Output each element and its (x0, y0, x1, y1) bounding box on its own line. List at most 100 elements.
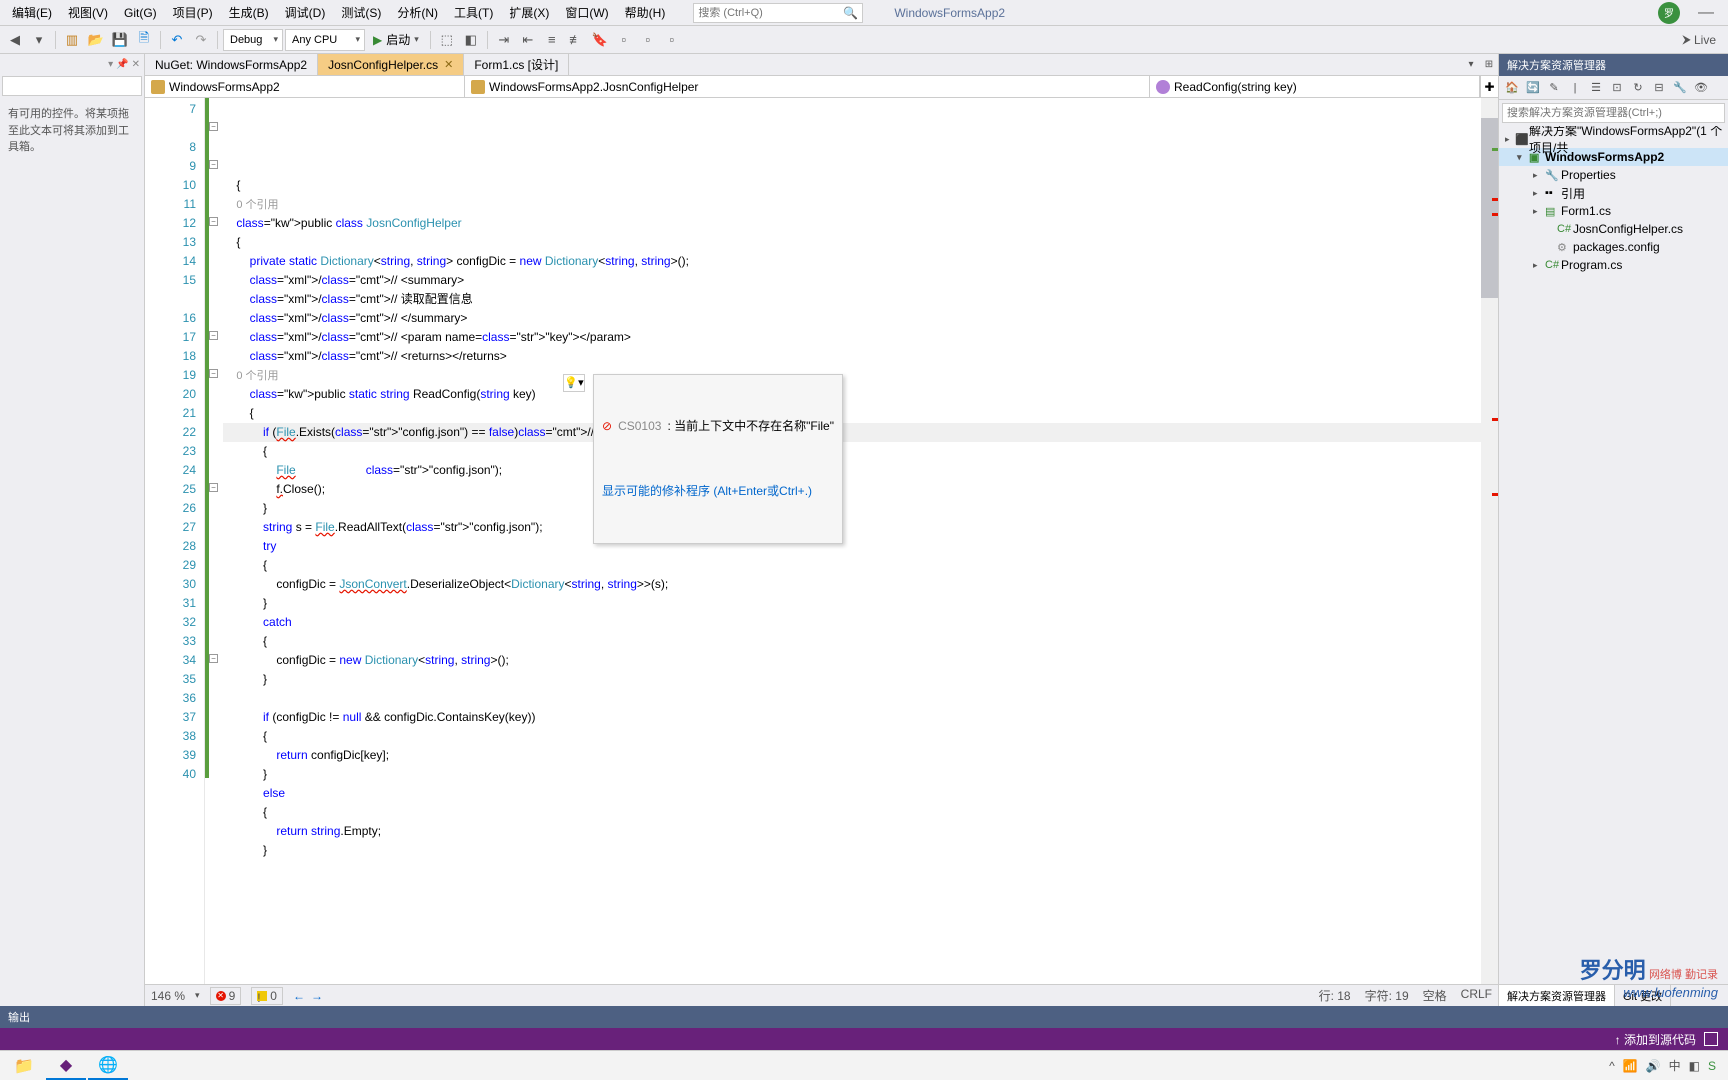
global-search-input[interactable] (698, 7, 843, 19)
home-icon[interactable]: 🏠 (1503, 79, 1521, 97)
outdent-icon[interactable]: ⇤ (517, 29, 539, 51)
tb-icon-1[interactable]: ⬚ (436, 29, 458, 51)
platform-dropdown[interactable]: Any CPU (285, 29, 365, 51)
ime-icon[interactable]: 中 (1669, 1057, 1681, 1074)
tray-icon[interactable]: ◧ (1689, 1059, 1700, 1073)
line-ending[interactable]: CRLF (1461, 987, 1492, 1004)
pen-icon[interactable]: ✎ (1545, 79, 1563, 97)
menu-build[interactable]: 生成(B) (221, 1, 277, 24)
user-avatar[interactable]: 罗 (1658, 2, 1680, 24)
tree-properties[interactable]: ▸🔧Properties (1499, 166, 1728, 184)
config-dropdown[interactable]: Debug (223, 29, 283, 51)
new-project-icon[interactable]: ▥ (61, 29, 83, 51)
solution-search[interactable] (1502, 103, 1725, 123)
menu-debug[interactable]: 调试(D) (277, 1, 334, 24)
toolbox-search[interactable] (2, 76, 142, 96)
menu-edit[interactable]: 编辑(E) (4, 1, 60, 24)
tree-josnconfig[interactable]: C#JosnConfigHelper.cs (1499, 220, 1728, 238)
minimize-button[interactable]: — (1688, 4, 1724, 22)
uncomment-icon[interactable]: ≢ (565, 29, 587, 51)
save-all-icon[interactable]: 🗎 (133, 29, 155, 51)
tab-form1[interactable]: Form1.cs [设计] (464, 54, 569, 75)
menu-tools[interactable]: 工具(T) (446, 1, 501, 24)
show-all-icon[interactable]: ⊡ (1608, 79, 1626, 97)
taskbar-explorer[interactable]: 📁 (4, 1052, 44, 1080)
open-icon[interactable]: 📂 (85, 29, 107, 51)
code-editor[interactable]: 7891011121314151617181920212223242526272… (145, 98, 1498, 984)
output-panel-title[interactable]: 输出 (0, 1006, 1728, 1028)
add-to-source[interactable]: ↑ 添加到源代码 (1615, 1031, 1696, 1048)
fold-toggle[interactable]: − (209, 331, 218, 340)
fold-toggle[interactable]: − (209, 483, 218, 492)
fold-toggle[interactable]: − (209, 369, 218, 378)
refresh-icon[interactable]: ↻ (1629, 79, 1647, 97)
menu-window[interactable]: 窗口(W) (557, 1, 616, 24)
menu-test[interactable]: 测试(S) (333, 1, 389, 24)
show-fixes-link[interactable]: 显示可能的修补程序 (Alt+Enter或Ctrl+.) (594, 478, 842, 505)
tray-icon[interactable]: 📶 (1623, 1059, 1638, 1073)
zoom-level[interactable]: 146 % (151, 989, 185, 1003)
fold-toggle[interactable]: − (209, 160, 218, 169)
nav-project[interactable]: WindowsFormsApp2 (145, 76, 465, 97)
live-share-button[interactable]: ⮞ Live (1674, 32, 1724, 47)
scroll-thumb[interactable] (1481, 118, 1498, 298)
toolbox-pin-icon[interactable]: 📌 (116, 59, 128, 70)
warning-count[interactable]: !0 (251, 987, 283, 1005)
tab-window-icon[interactable]: ⊞ (1480, 54, 1498, 75)
toolbox-close-icon[interactable]: ✕ (132, 59, 140, 70)
tray-icon[interactable]: S (1708, 1059, 1716, 1073)
taskbar-vs[interactable]: ◆ (46, 1052, 86, 1080)
taskbar-edge[interactable]: 🌐 (88, 1052, 128, 1080)
nav-back-icon[interactable]: ← (293, 989, 305, 1003)
tray-icon[interactable]: 🔊 (1646, 1059, 1661, 1073)
menu-git[interactable]: Git(G) (116, 3, 165, 23)
tree-references[interactable]: ▸▪▪引用 (1499, 184, 1728, 202)
tree-packages[interactable]: ⚙packages.config (1499, 238, 1728, 256)
indent-icon[interactable]: ⇥ (493, 29, 515, 51)
menu-help[interactable]: 帮助(H) (617, 1, 674, 24)
nav-forward-icon[interactable]: → (311, 989, 323, 1003)
fold-toggle[interactable]: − (209, 217, 218, 226)
preview-icon[interactable]: 👁 (1692, 79, 1710, 97)
solution-search-input[interactable] (1507, 107, 1720, 119)
lightbulb-icon[interactable]: 💡▾ (563, 374, 585, 392)
tb-misc-3[interactable]: ▫ (661, 29, 683, 51)
tab-close-icon[interactable]: ✕ (444, 58, 453, 71)
global-search[interactable]: 🔍 (693, 3, 863, 23)
menu-project[interactable]: 项目(P) (165, 1, 221, 24)
tab-josnconfig[interactable]: JosnConfigHelper.cs ✕ (318, 54, 464, 75)
indent-mode[interactable]: 空格 (1423, 987, 1447, 1004)
tree-program[interactable]: ▸C#Program.cs (1499, 256, 1728, 274)
redo-icon[interactable]: ↷ (190, 29, 212, 51)
notifications-icon[interactable] (1704, 1032, 1718, 1046)
menu-extensions[interactable]: 扩展(X) (501, 1, 557, 24)
forward-button[interactable]: ▾ (28, 29, 50, 51)
toolbox-dropdown-icon[interactable]: ▾ (108, 59, 113, 70)
properties-icon[interactable]: 🔧 (1671, 79, 1689, 97)
scrollbar[interactable] (1481, 98, 1498, 984)
tab-overflow-icon[interactable]: ▾ (1462, 54, 1480, 75)
save-icon[interactable]: 💾 (109, 29, 131, 51)
tb-misc-2[interactable]: ▫ (637, 29, 659, 51)
nav-class[interactable]: WindowsFormsApp2.JosnConfigHelper (465, 76, 1150, 97)
split-icon[interactable]: ✚ (1480, 76, 1498, 97)
fold-toggle[interactable]: − (209, 122, 218, 131)
error-count[interactable]: ✕9 (210, 987, 242, 1005)
start-debug-button[interactable]: ▶ 启动 ▾ (367, 31, 425, 48)
collapse-icon[interactable]: ⊟ (1650, 79, 1668, 97)
tb-icon-2[interactable]: ◧ (460, 29, 482, 51)
sync-icon[interactable]: 🔄 (1524, 79, 1542, 97)
filter-icon[interactable]: ☰ (1587, 79, 1605, 97)
menu-analyze[interactable]: 分析(N) (389, 1, 446, 24)
tab-nuget[interactable]: NuGet: WindowsFormsApp2 (145, 54, 318, 75)
tree-form1[interactable]: ▸▤Form1.cs (1499, 202, 1728, 220)
tray-icon[interactable]: ^ (1609, 1059, 1615, 1073)
tree-solution[interactable]: ▸⬛解决方案"WindowsFormsApp2"(1 个项目/共 (1499, 130, 1728, 148)
bookmark-icon[interactable]: 🔖 (589, 29, 611, 51)
menu-view[interactable]: 视图(V) (60, 1, 116, 24)
tb-misc-1[interactable]: ▫ (613, 29, 635, 51)
comment-icon[interactable]: ≡ (541, 29, 563, 51)
undo-icon[interactable]: ↶ (166, 29, 188, 51)
back-button[interactable]: ◀ (4, 29, 26, 51)
code-content[interactable]: 💡▾ ⊘CS0103: 当前上下文中不存在名称"File" 显示可能的修补程序 … (223, 98, 1481, 984)
